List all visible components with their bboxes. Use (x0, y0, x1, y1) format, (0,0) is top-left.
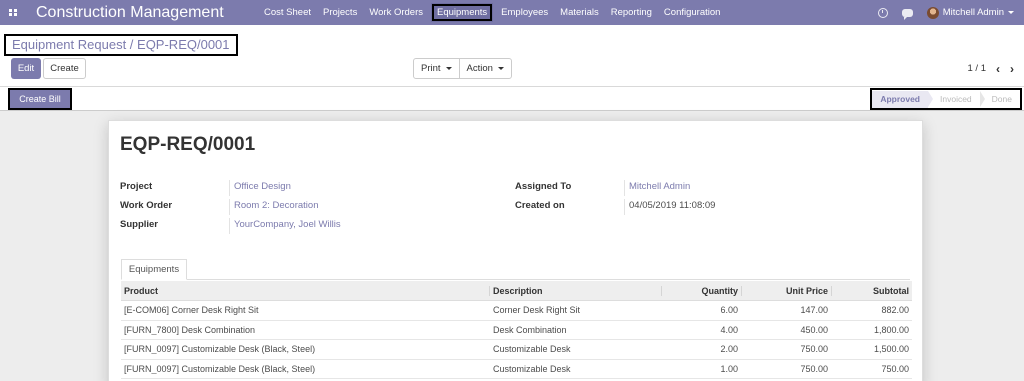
cell-product: [FURN_7800] Desk Combination (124, 324, 256, 335)
column-header-unit-price[interactable]: Unit Price (741, 285, 831, 296)
main-menu: Cost Sheet Projects Work Orders Equipmen… (258, 0, 726, 25)
action-label: Action (466, 63, 493, 74)
project-link[interactable]: Office Design (229, 180, 291, 196)
chevron-down-icon (1008, 11, 1014, 14)
table-row[interactable]: [FURN_0097] Customizable Desk (Black, St… (121, 340, 912, 360)
tab-divider (121, 279, 910, 280)
cell-description: Customizable Desk (493, 363, 571, 374)
cell-subtotal: 1,500.00 (873, 344, 909, 355)
cell-unit-price: 750.00 (800, 363, 828, 374)
top-navbar: Construction Management Cost Sheet Proje… (0, 0, 1024, 25)
discuss-chat-icon[interactable] (901, 8, 913, 20)
stage-approved[interactable]: Approved (872, 90, 933, 108)
breadcrumb[interactable]: Equipment Request / EQP-REQ/0001 (4, 34, 238, 56)
edit-button[interactable]: Edit (11, 58, 41, 79)
record-title: EQP-REQ/0001 (120, 134, 256, 155)
cell-quantity: 2.00 (720, 344, 738, 355)
print-label: Print (421, 63, 441, 74)
form-sheet: EQP-REQ/0001 Project Office Design Work … (108, 120, 923, 381)
table-row[interactable]: [FURN_0097] Customizable Desk (Black, St… (121, 360, 912, 379)
stage-invoiced[interactable]: Invoiced (928, 90, 985, 108)
cell-quantity: 4.00 (720, 324, 738, 335)
print-dropdown[interactable]: Print (414, 59, 459, 78)
menu-employees[interactable]: Employees (495, 0, 554, 25)
field-label-assigned-to: Assigned To (515, 181, 572, 192)
menu-equipments[interactable]: Equipments (431, 3, 494, 22)
avatar (926, 6, 939, 19)
chevron-right-icon[interactable]: › (1010, 62, 1014, 76)
cell-description: Customizable Desk (493, 344, 571, 355)
navbar-systray: Mitchell Admin (877, 0, 1014, 25)
cell-subtotal: 1,800.00 (873, 324, 909, 335)
app-brand[interactable]: Construction Management (36, 4, 250, 22)
field-label-created-on: Created on (515, 200, 565, 211)
create-bill-button[interactable]: Create Bill (8, 88, 72, 110)
menu-reporting[interactable]: Reporting (605, 0, 658, 25)
supplier-link[interactable]: YourCompany, Joel Willis (229, 218, 341, 234)
table-row[interactable]: [FURN_7800] Desk Combination Desk Combin… (121, 321, 912, 340)
cell-unit-price: 450.00 (800, 324, 828, 335)
user-menu[interactable]: Mitchell Admin (926, 6, 1014, 19)
apps-menu-icon[interactable] (2, 0, 24, 25)
created-on-value: 04/05/2019 11:08:09 (624, 199, 715, 215)
caret-down-icon (445, 67, 452, 70)
cell-subtotal: 882.00 (881, 305, 909, 316)
tab-equipments[interactable]: Equipments (121, 259, 187, 280)
column-header-product[interactable]: Product (121, 286, 489, 296)
menu-projects[interactable]: Projects (317, 0, 363, 25)
pager: 1 / 1 ‹ › (968, 58, 1015, 79)
status-bar: Approved Invoiced Done (870, 88, 1022, 110)
activity-clock-icon[interactable] (877, 7, 888, 18)
control-panel: Equipment Request / EQP-REQ/0001 Edit Cr… (0, 25, 1024, 87)
cell-quantity: 1.00 (720, 363, 738, 374)
table-row[interactable]: [E-COM06] Corner Desk Right Sit Corner D… (121, 301, 912, 321)
cell-quantity: 6.00 (720, 305, 738, 316)
action-dropdown[interactable]: Action (458, 59, 511, 78)
column-header-subtotal[interactable]: Subtotal (831, 285, 912, 296)
cell-product: [FURN_0097] Customizable Desk (Black, St… (124, 363, 316, 374)
cell-subtotal: 750.00 (881, 363, 909, 374)
column-header-quantity[interactable]: Quantity (661, 285, 741, 296)
table-header: Product Description Quantity Unit Price … (121, 281, 912, 301)
menu-work-orders[interactable]: Work Orders (363, 0, 429, 25)
field-label-supplier: Supplier (120, 219, 159, 230)
column-header-description[interactable]: Description (489, 285, 661, 296)
menu-configuration[interactable]: Configuration (658, 0, 727, 25)
cell-description: Corner Desk Right Sit (493, 305, 581, 316)
sidebar-actions: Print Action (413, 58, 512, 79)
equipment-lines-table: Product Description Quantity Unit Price … (121, 281, 912, 379)
menu-materials[interactable]: Materials (554, 0, 605, 25)
cell-description: Desk Combination (493, 324, 567, 335)
caret-down-icon (497, 67, 504, 70)
field-label-project: Project (120, 181, 153, 192)
cell-product: [FURN_0097] Customizable Desk (Black, St… (124, 344, 316, 355)
cell-unit-price: 147.00 (800, 305, 828, 316)
assigned-to-link[interactable]: Mitchell Admin (624, 180, 690, 196)
menu-cost-sheet[interactable]: Cost Sheet (258, 0, 317, 25)
cell-product: [E-COM06] Corner Desk Right Sit (124, 305, 259, 316)
stage-done[interactable]: Done (980, 91, 1020, 108)
cell-unit-price: 750.00 (800, 344, 828, 355)
form-header: Create Bill Approved Invoiced Done (0, 87, 1024, 111)
field-label-work-order: Work Order (120, 200, 173, 211)
chevron-left-icon[interactable]: ‹ (996, 62, 1000, 76)
create-button[interactable]: Create (43, 58, 86, 79)
work-order-link[interactable]: Room 2: Decoration (229, 199, 318, 215)
user-name: Mitchell Admin (942, 7, 1004, 18)
pager-value[interactable]: 1 / 1 (968, 63, 987, 74)
